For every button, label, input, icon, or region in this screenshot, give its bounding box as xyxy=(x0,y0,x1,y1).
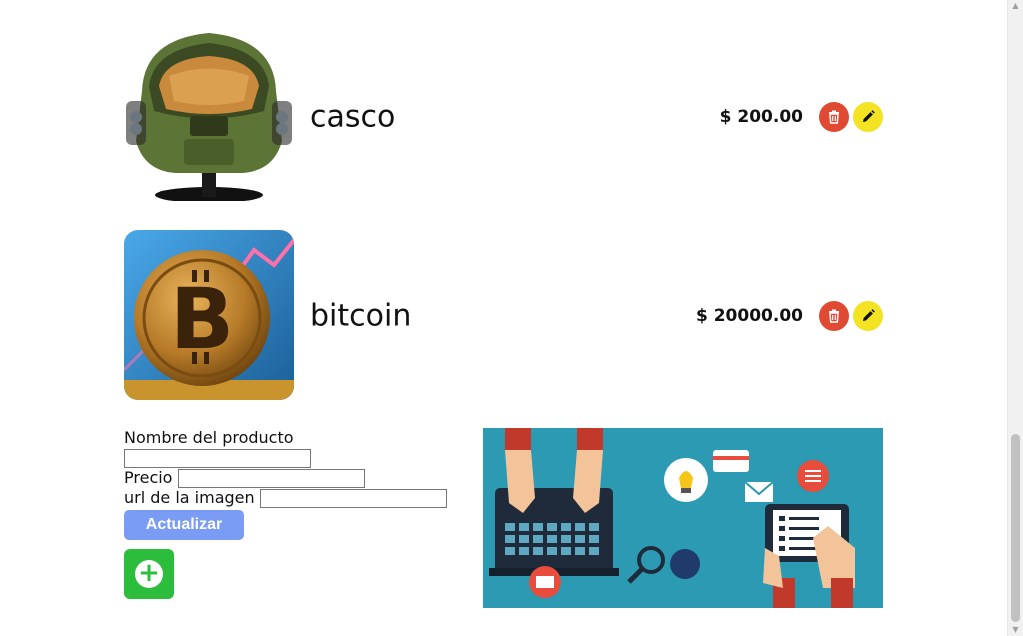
price-label: Precio xyxy=(124,468,173,487)
product-row: B bitcoin $ 20000.00 xyxy=(124,230,884,401)
product-name: bitcoin xyxy=(310,298,412,333)
delete-button[interactable] xyxy=(819,300,849,331)
svg-text:B: B xyxy=(170,270,234,368)
vertical-scrollbar[interactable]: ▲ ▼ xyxy=(1007,0,1023,636)
url-label: url de la imagen xyxy=(124,488,255,507)
pencil-icon xyxy=(863,308,875,321)
edit-button[interactable] xyxy=(853,101,883,132)
page: casco $ 200.00 B bitcoin $ 20000.00 Nomb… xyxy=(0,0,1008,636)
trash-icon xyxy=(829,309,839,323)
product-row: casco $ 200.00 xyxy=(124,31,884,202)
scroll-down-arrow-icon[interactable]: ▼ xyxy=(1011,625,1020,635)
add-product-button[interactable]: + xyxy=(124,549,174,599)
scrollbar-thumb[interactable] xyxy=(1011,434,1020,622)
product-price: $ 200.00 xyxy=(719,106,803,127)
image-url-input[interactable] xyxy=(259,489,447,508)
trash-icon xyxy=(829,110,839,124)
product-price: $ 20000.00 xyxy=(695,305,803,326)
product-image-helmet xyxy=(124,31,294,201)
name-input[interactable] xyxy=(124,449,311,468)
edit-button[interactable] xyxy=(853,300,883,331)
plus-icon: + xyxy=(135,560,163,588)
pencil-icon xyxy=(863,109,875,122)
price-input[interactable] xyxy=(177,469,365,488)
delete-button[interactable] xyxy=(819,101,849,132)
name-label: Nombre del producto xyxy=(124,428,294,447)
product-form: Nombre del producto Precio url de la ima… xyxy=(124,428,454,540)
banner-illustration xyxy=(483,428,883,608)
product-image-bitcoin: B xyxy=(124,230,294,400)
product-name: casco xyxy=(310,99,396,134)
scroll-up-arrow-icon[interactable]: ▲ xyxy=(1011,1,1020,11)
update-button[interactable]: Actualizar xyxy=(124,510,244,540)
